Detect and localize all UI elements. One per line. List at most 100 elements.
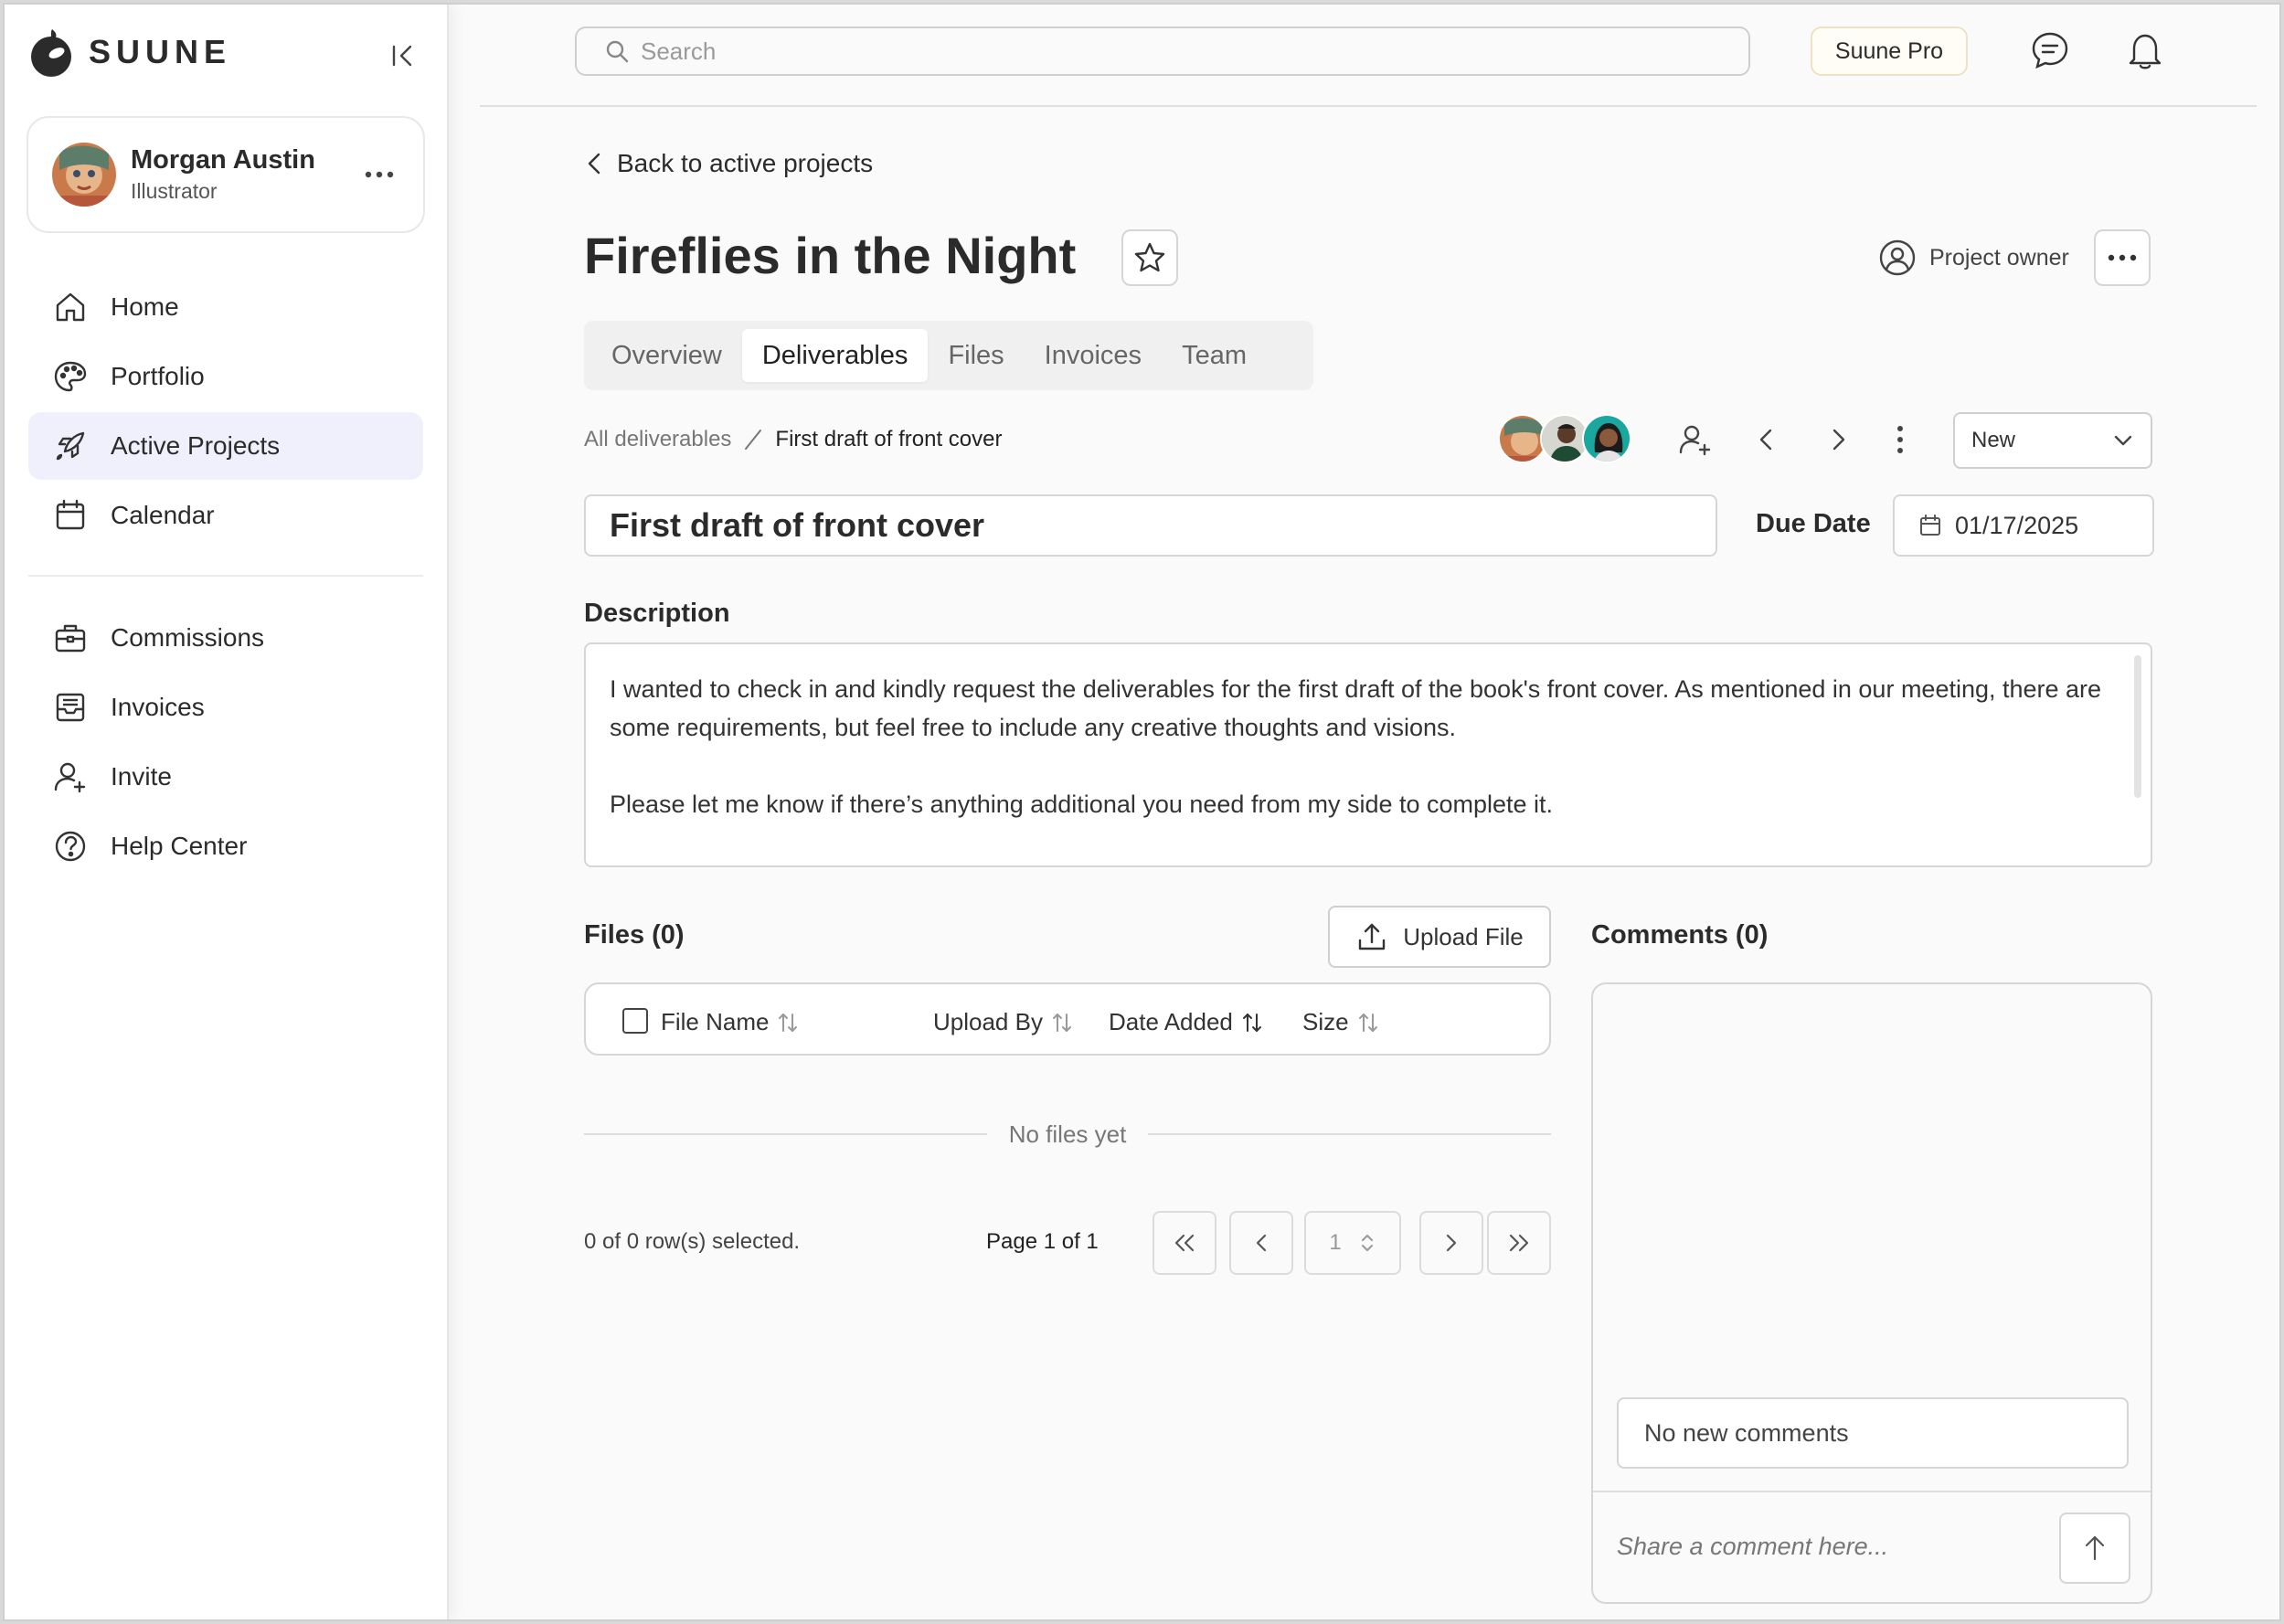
brand-name: SUUNE	[89, 33, 232, 70]
rocket-icon	[56, 431, 85, 461]
search-bar[interactable]	[575, 27, 1750, 76]
chevron-left-icon[interactable]	[1748, 421, 1785, 458]
tab-deliverables[interactable]: Deliverables	[741, 329, 929, 382]
files-section-title: Files (0)	[584, 920, 685, 950]
search-icon	[606, 40, 629, 63]
description-label: Description	[584, 599, 730, 628]
breadcrumb: All deliverables First draft of front co…	[584, 427, 1003, 452]
assignee-avatars[interactable]	[1498, 414, 1631, 463]
status-select[interactable]: New	[1953, 412, 2152, 469]
column-label: File Name	[661, 1008, 770, 1035]
back-link-label: Back to active projects	[617, 149, 874, 177]
sidebar-item-label: Commissions	[111, 623, 265, 652]
sidebar-item-help-center[interactable]: Help Center	[28, 812, 423, 880]
more-vertical-icon[interactable]	[1882, 421, 1918, 458]
description-paragraph: I wanted to check in and kindly request …	[610, 675, 2102, 741]
description-scrollbar[interactable]	[2134, 655, 2141, 798]
due-date-value: 01/17/2025	[1955, 511, 2079, 539]
top-bar: Suune Pro	[480, 5, 2257, 107]
upload-file-button[interactable]: Upload File	[1328, 906, 1551, 968]
brand[interactable]: SUUNE	[25, 25, 231, 80]
project-owner[interactable]: Project owner	[1878, 239, 2069, 277]
sidebar-item-portfolio[interactable]: Portfolio	[28, 343, 423, 410]
sidebar-item-label: Calendar	[111, 501, 215, 529]
sidebar-item-calendar[interactable]: Calendar	[28, 482, 423, 549]
calendar-icon	[1920, 515, 1940, 536]
chat-icon[interactable]	[2030, 30, 2070, 70]
description-paragraph: Please let me know if there’s anything a…	[610, 791, 1554, 818]
chevron-right-icon	[1446, 1234, 1457, 1252]
sidebar-item-commissions[interactable]: Commissions	[28, 604, 423, 672]
inbox-icon	[56, 693, 85, 722]
arrow-up-icon	[2085, 1535, 2105, 1561]
user-circle-icon	[1879, 239, 1916, 276]
project-tabs: Overview Deliverables Files Invoices Tea…	[584, 321, 1313, 390]
chevron-left-icon	[1256, 1234, 1267, 1252]
tab-invoices[interactable]: Invoices	[1025, 329, 1162, 382]
sort-icon	[779, 1013, 798, 1032]
tab-files[interactable]: Files	[928, 329, 1024, 382]
search-input[interactable]	[641, 37, 1646, 66]
project-more-button[interactable]	[2094, 229, 2151, 286]
more-horizontal-icon	[2108, 254, 2137, 261]
sidebar-item-invoices[interactable]: Invoices	[28, 674, 423, 741]
sidebar-item-active-projects[interactable]: Active Projects	[28, 412, 423, 480]
column-label: Date Added	[1109, 1008, 1233, 1035]
column-size[interactable]: Size	[1302, 1008, 1380, 1036]
app-window: SUUNE Morgan Austin Illustrator Home Por…	[3, 3, 2281, 1621]
profile-role: Illustrator	[131, 179, 218, 203]
bell-icon[interactable]	[2125, 30, 2165, 70]
upload-file-label: Upload File	[1403, 922, 1524, 950]
suune-logo-icon	[31, 29, 71, 77]
tab-team[interactable]: Team	[1162, 329, 1267, 382]
due-date-picker[interactable]: 01/17/2025	[1893, 494, 2154, 557]
due-date-label: Due Date	[1756, 509, 1871, 538]
chevron-right-icon[interactable]	[1820, 421, 1856, 458]
home-icon	[56, 292, 85, 322]
avatar	[1582, 414, 1631, 463]
more-horizontal-icon[interactable]	[363, 164, 396, 186]
sidebar-divider	[28, 575, 423, 577]
previous-page-button[interactable]	[1229, 1211, 1293, 1275]
help-circle-icon	[55, 831, 86, 862]
slash-separator-icon	[745, 430, 762, 450]
last-page-button[interactable]	[1487, 1211, 1551, 1275]
next-page-button[interactable]	[1419, 1211, 1483, 1275]
sidebar-item-invite[interactable]: Invite	[28, 743, 423, 811]
description-textarea[interactable]: I wanted to check in and kindly request …	[584, 642, 2152, 867]
suune-pro-button[interactable]: Suune Pro	[1811, 27, 1968, 76]
send-comment-button[interactable]	[2059, 1513, 2130, 1584]
comment-input[interactable]	[1617, 1523, 2046, 1569]
tab-overview[interactable]: Overview	[591, 329, 742, 382]
briefcase-icon	[55, 624, 86, 653]
collapse-sidebar-icon[interactable]	[387, 39, 420, 72]
favorite-button[interactable]	[1121, 229, 1178, 286]
profile-card[interactable]: Morgan Austin Illustrator	[27, 116, 425, 233]
column-date-added[interactable]: Date Added	[1109, 1008, 1264, 1036]
chevron-left-icon	[588, 153, 600, 175]
sidebar-item-home[interactable]: Home	[28, 273, 423, 341]
files-table-header: File Name Upload By Date Added Size	[584, 982, 1551, 1056]
column-file-name[interactable]: File Name	[661, 1008, 800, 1036]
sidebar-item-label: Active Projects	[111, 431, 281, 460]
column-label: Upload By	[933, 1008, 1043, 1035]
project-owner-label: Project owner	[1929, 244, 2069, 271]
avatar	[52, 143, 116, 207]
chevrons-right-icon	[1509, 1234, 1529, 1252]
divider	[1593, 1491, 2151, 1492]
divider	[1148, 1133, 1552, 1135]
back-to-projects-link[interactable]: Back to active projects	[584, 149, 873, 178]
sort-icon	[1242, 1013, 1261, 1032]
add-assignee-icon[interactable]	[1677, 421, 1714, 458]
column-upload-by[interactable]: Upload By	[933, 1008, 1074, 1036]
sidebar-nav: Home Portfolio Active Projects Calendar …	[28, 273, 423, 882]
page-title: Fireflies in the Night	[584, 227, 1077, 284]
breadcrumb-all-deliverables[interactable]: All deliverables	[584, 427, 731, 452]
select-all-checkbox[interactable]	[622, 1008, 648, 1034]
first-page-button[interactable]	[1153, 1211, 1216, 1275]
sort-icon	[1052, 1013, 1071, 1032]
sidebar-item-label: Invoices	[111, 693, 205, 721]
page-number-stepper[interactable]: 1	[1304, 1211, 1401, 1275]
rows-selected-text: 0 of 0 row(s) selected.	[584, 1229, 801, 1254]
deliverable-title-input[interactable]	[584, 494, 1717, 557]
